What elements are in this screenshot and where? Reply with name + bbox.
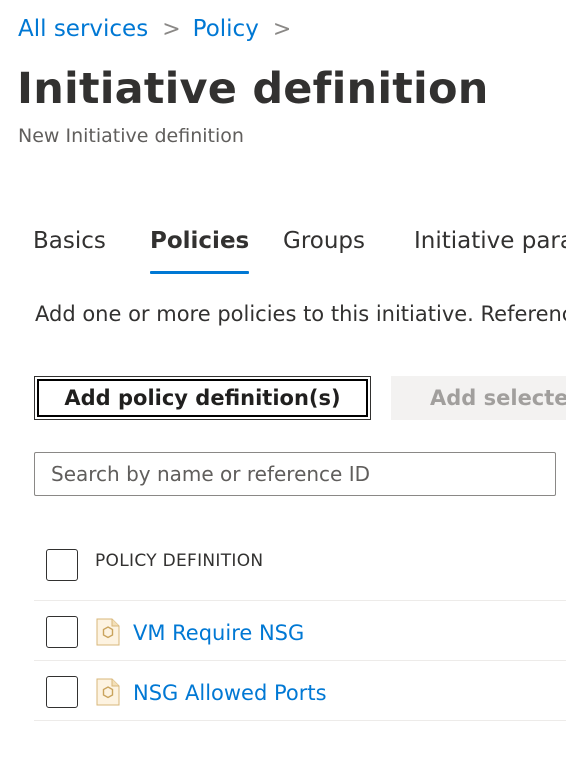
tab-label: Initiative parameters [414, 228, 566, 254]
table-row: VM Require NSG [0, 601, 566, 661]
tab-label: Groups [283, 228, 366, 254]
policy-icon [96, 618, 120, 646]
add-policy-definitions-label: Add policy definition(s) [37, 379, 368, 417]
add-selected-button[interactable]: Add selected [391, 376, 566, 420]
page-title: Initiative definition [17, 64, 489, 114]
breadcrumb-all-services[interactable]: All services [18, 16, 148, 42]
tab-basics[interactable]: Basics [33, 228, 106, 274]
chevron-right-icon: > [272, 16, 292, 42]
policy-link[interactable]: NSG Allowed Ports [133, 681, 327, 705]
page-subtitle: New Initiative definition [18, 125, 244, 147]
row-checkbox[interactable] [46, 676, 78, 708]
tab-bar: Basics Policies Groups Initiative parame… [0, 228, 566, 276]
search-input[interactable] [34, 452, 556, 496]
tab-initiative-parameters[interactable]: Initiative parameters [414, 228, 566, 274]
breadcrumb-policy[interactable]: Policy [193, 16, 259, 42]
policy-link[interactable]: VM Require NSG [133, 621, 304, 645]
chevron-right-icon: > [162, 16, 181, 42]
row-checkbox[interactable] [46, 616, 78, 648]
add-policy-definitions-button[interactable]: Add policy definition(s) [34, 376, 371, 420]
select-all-checkbox[interactable] [46, 549, 78, 581]
tab-label: Basics [33, 228, 106, 254]
policy-icon [96, 678, 120, 706]
breadcrumb: All services > Policy > [18, 16, 303, 42]
active-tab-indicator [150, 271, 250, 274]
row-divider [34, 720, 566, 721]
table-row: NSG Allowed Ports [0, 661, 566, 721]
column-header-policy-definition: POLICY DEFINITION [95, 551, 264, 571]
policies-description: Add one or more policies to this initiat… [35, 302, 566, 326]
tab-label: Policies [150, 228, 250, 254]
tab-groups[interactable]: Groups [283, 228, 365, 274]
tab-policies[interactable]: Policies [150, 228, 250, 274]
